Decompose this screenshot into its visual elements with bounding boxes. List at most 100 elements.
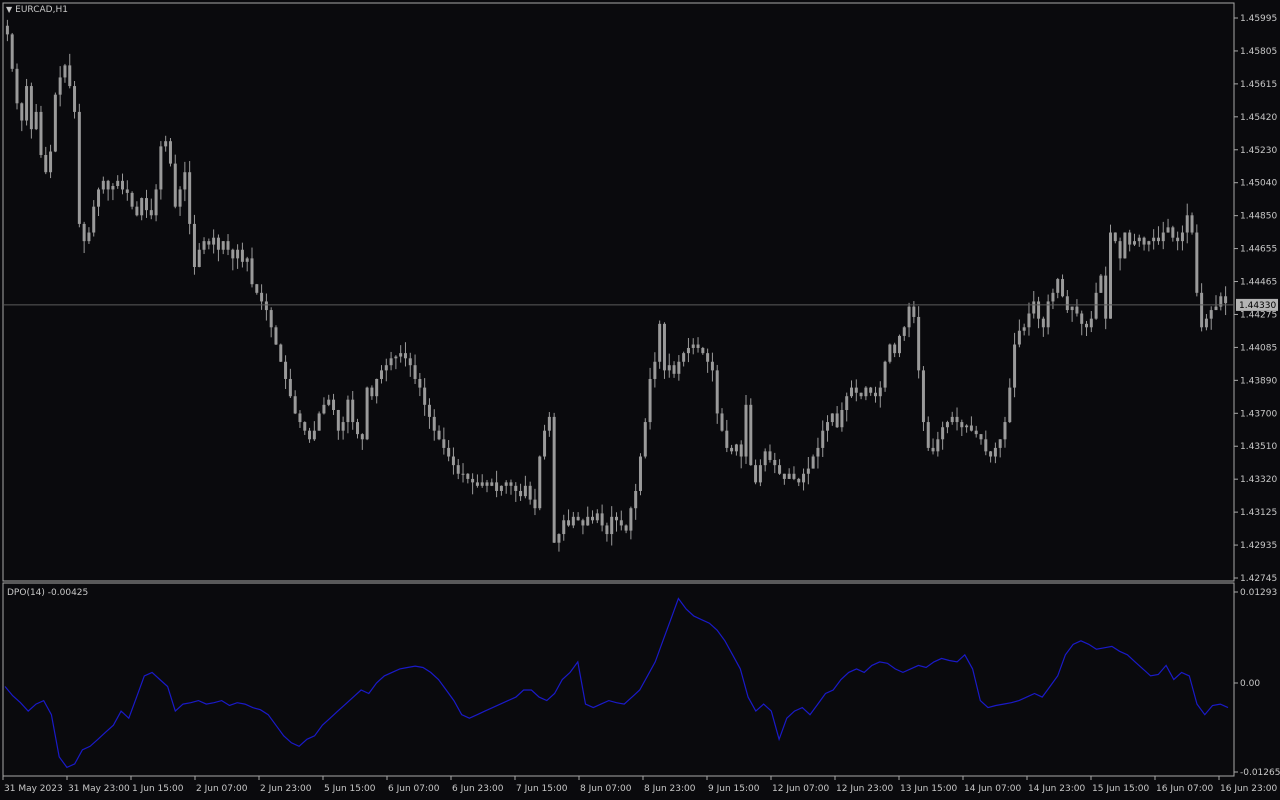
candle	[1219, 292, 1223, 311]
price-tick-label: 1.44085	[1240, 343, 1277, 353]
candle	[58, 66, 62, 107]
candle-body	[1152, 237, 1156, 242]
candle-body	[926, 422, 930, 448]
candle	[303, 421, 307, 435]
candle-body	[97, 189, 101, 207]
candle	[998, 439, 1002, 458]
candle	[1224, 286, 1228, 316]
candle-body	[936, 439, 940, 452]
candle	[835, 406, 839, 428]
candle	[413, 354, 417, 384]
candle	[591, 510, 595, 524]
candle-body	[1099, 275, 1103, 293]
time-tick-label: 16 Jun 07:00	[1156, 784, 1213, 794]
candle-body	[260, 292, 264, 302]
candle	[475, 474, 479, 488]
candle	[840, 402, 844, 432]
candle-body	[471, 478, 475, 483]
candle-body	[212, 237, 216, 245]
candle-body	[682, 353, 686, 362]
candle-body	[576, 516, 580, 521]
candle-body	[734, 444, 738, 452]
dpo-tick-label: 0.01293	[1240, 588, 1277, 598]
candle-body	[859, 392, 863, 397]
candle-body	[864, 387, 868, 397]
candle	[125, 180, 129, 201]
candle-body	[744, 404, 748, 457]
candle-body	[221, 241, 225, 250]
candle-body	[1137, 237, 1141, 242]
candle-body	[413, 365, 417, 379]
candle	[49, 144, 53, 179]
candle	[1118, 237, 1122, 271]
symbol-label: EURCAD,H1	[15, 5, 68, 15]
candle	[1075, 299, 1079, 317]
candle	[1180, 225, 1184, 251]
candle	[1142, 236, 1146, 251]
candle	[595, 509, 599, 524]
candle	[634, 483, 638, 520]
candle	[562, 514, 566, 541]
candle	[936, 431, 940, 457]
candle-body	[950, 416, 954, 423]
candle	[1209, 306, 1213, 330]
candle-body	[581, 520, 585, 526]
candle	[456, 459, 460, 480]
dpo-tick-label: 0.00	[1240, 679, 1260, 689]
candle	[672, 361, 676, 378]
symbol-header[interactable]: ▼ EURCAD,H1	[6, 5, 68, 15]
candle	[802, 468, 806, 491]
candle-body	[902, 327, 906, 336]
candle-body	[130, 192, 134, 207]
candle	[605, 522, 609, 542]
candle	[1176, 231, 1180, 251]
triangle-down-icon[interactable]: ▼	[6, 5, 12, 14]
candle-body	[1104, 275, 1108, 319]
candle	[643, 418, 647, 459]
candle	[1017, 319, 1021, 348]
candle-body	[835, 413, 839, 428]
candle-body	[1061, 279, 1065, 297]
candle	[811, 454, 815, 469]
time-tick-label: 8 Jun 07:00	[580, 784, 632, 794]
candle-body	[1161, 232, 1165, 242]
candle-body	[504, 482, 508, 486]
candle-body	[686, 347, 690, 354]
candle	[207, 238, 211, 250]
candle	[485, 479, 489, 493]
time-tick-label: 2 Jun 07:00	[196, 784, 248, 794]
candle	[523, 475, 527, 499]
candle-body	[854, 387, 858, 393]
current-price-label: 1.44330	[1239, 301, 1276, 311]
candle	[658, 320, 662, 369]
price-tick-label: 1.45040	[1240, 179, 1277, 189]
candle	[442, 427, 446, 455]
candle	[1065, 290, 1069, 313]
candle	[1147, 240, 1151, 252]
candle-body	[39, 111, 43, 155]
candle-body	[1080, 313, 1084, 324]
candle	[873, 386, 877, 403]
candle	[763, 448, 767, 472]
candle-body	[164, 141, 168, 147]
candle-body	[327, 399, 331, 405]
candle-body	[207, 241, 211, 245]
candle-body	[495, 482, 499, 491]
candle	[941, 421, 945, 450]
candle	[979, 434, 983, 445]
candle	[706, 348, 710, 373]
candle	[538, 455, 542, 511]
candle-body	[365, 387, 369, 440]
candle-body	[1180, 232, 1184, 242]
candle	[787, 468, 791, 479]
candle-body	[475, 482, 479, 486]
time-tick-label: 6 Jun 07:00	[388, 784, 440, 794]
chart-area[interactable]: 1.45995 1.45805 1.45615 1.45420 1.45230 1.450…	[0, 0, 1280, 800]
time-tick-label: 8 Jun 23:00	[644, 784, 696, 794]
time-tick-label: 1 Jun 15:00	[132, 784, 184, 794]
candle-body	[648, 378, 652, 423]
candle-body	[466, 473, 470, 479]
candle-body	[653, 361, 657, 379]
candle	[778, 459, 782, 475]
candle-body	[830, 413, 834, 423]
